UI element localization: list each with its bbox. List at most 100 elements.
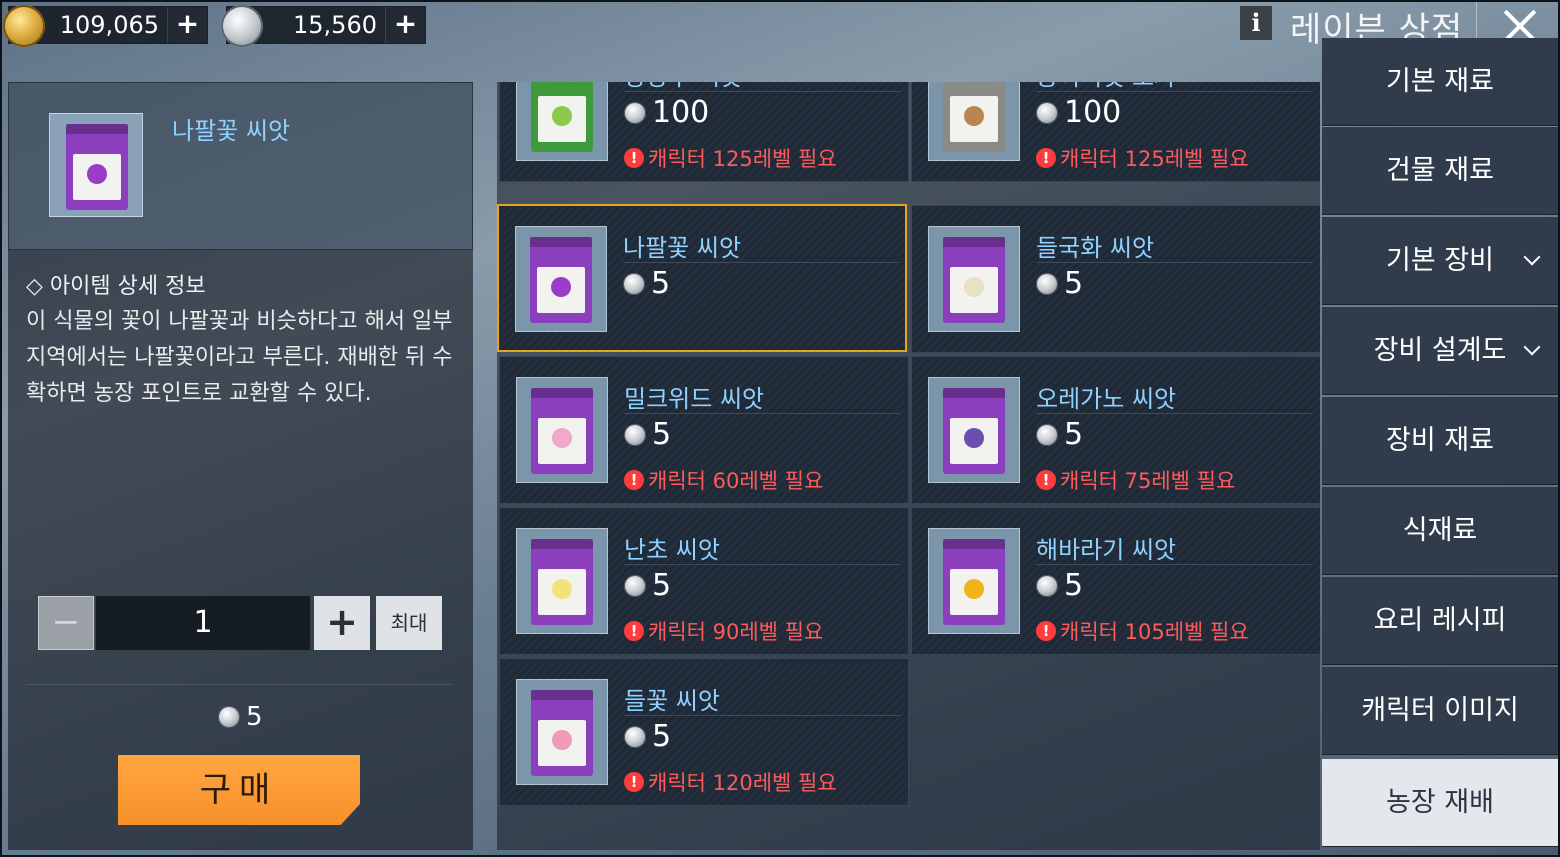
item-card[interactable]: 들꽃 씨앗 5 ! 캐릭터 120레벨 필요: [499, 658, 909, 806]
item-card[interactable]: 송이버섯 포자 100 !캐릭터 125레벨 필요: [911, 82, 1320, 182]
category-cooking-recipe[interactable]: 요리 레시피: [1322, 577, 1558, 665]
category-ingredients[interactable]: 식재료: [1322, 487, 1558, 575]
item-description: 이 식물의 꽃이 나팔꽃과 비슷하다고 해서 일부 지역에서는 나팔꽃이라고 부…: [26, 309, 453, 406]
info-button[interactable]: i: [1240, 6, 1272, 40]
item-card-selected[interactable]: 나팔꽃 씨앗 5: [497, 204, 907, 352]
item-card[interactable]: 난초 씨앗 5 ! 캐릭터 90레벨 필요: [499, 507, 909, 655]
category-equipment-material[interactable]: 장비 재료: [1322, 397, 1558, 485]
category-basic-material[interactable]: 기본 재료: [1322, 38, 1558, 126]
item-image: [516, 528, 608, 634]
seed-bag-icon: [531, 388, 593, 474]
item-image: [516, 377, 608, 483]
item-card[interactable]: 오레가노 씨앗 5 ! 캐릭터 75레벨 필요: [911, 356, 1320, 504]
item-requirement: ! 캐릭터 75레벨 필요: [1036, 465, 1235, 495]
silver-coin-icon: [1036, 272, 1058, 295]
quantity-decrease-button[interactable]: −: [38, 596, 94, 650]
divider: [26, 684, 452, 685]
category-basic-equipment[interactable]: 기본 장비: [1322, 217, 1558, 305]
seed-bag-icon: [530, 237, 592, 323]
category-equipment-blueprint[interactable]: 장비 설계도: [1322, 307, 1558, 395]
item-price: 5: [1036, 266, 1083, 301]
silver-currency: 15,560 +: [221, 5, 426, 47]
silver-coin-icon: [1036, 101, 1058, 124]
item-name: 들국화 씨앗: [1036, 234, 1155, 262]
seed-bag-icon: [531, 539, 593, 625]
alert-icon: !: [624, 621, 644, 641]
item-name: 오레가노 씨앗: [1036, 385, 1177, 413]
gold-coin-icon: [3, 5, 45, 47]
category-building-material[interactable]: 건물 재료: [1322, 127, 1558, 215]
item-price: 5: [624, 719, 671, 754]
alert-icon: !: [624, 470, 644, 490]
silver-coin-icon: [1036, 423, 1058, 446]
alert-icon: !: [1036, 148, 1056, 168]
total-price: 5: [218, 702, 263, 732]
item-image: [928, 528, 1020, 634]
item-card[interactable]: 들국화 씨앗 5: [911, 205, 1320, 353]
item-requirement: ! 캐릭터 60레벨 필요: [624, 465, 823, 495]
silver-coin-icon: [221, 5, 263, 47]
add-silver-button[interactable]: +: [385, 7, 425, 43]
item-detail-panel: 나팔꽃 씨앗 ◇ 아이템 상세 정보 이 식물의 꽃이 나팔꽃과 비슷하다고 해…: [8, 82, 473, 850]
silver-coin-icon: [624, 423, 646, 446]
item-grid: 양상추 씨앗 100 !캐릭터 125레벨 필요 송이버섯 포자 100 !캐릭…: [497, 82, 1320, 850]
selected-item-name: 나팔꽃 씨앗: [172, 117, 291, 145]
item-detail-body: ◇ 아이템 상세 정보 이 식물의 꽃이 나팔꽃과 비슷하다고 해서 일부 지역…: [8, 250, 473, 850]
quantity-max-button[interactable]: 최대: [376, 596, 442, 650]
item-card[interactable]: 해바라기 씨앗 5 ! 캐릭터 105레벨 필요: [911, 507, 1320, 655]
alert-icon: !: [624, 148, 644, 168]
item-card[interactable]: 양상추 씨앗 100 !캐릭터 125레벨 필요: [499, 82, 909, 182]
seed-bag-icon: [943, 388, 1005, 474]
item-price: 100: [624, 95, 709, 130]
item-name: 난초 씨앗: [624, 536, 720, 564]
alert-icon: !: [624, 772, 644, 792]
silver-coin-icon: [624, 101, 646, 124]
item-image: [515, 226, 607, 332]
category-menu: 기본 재료 건물 재료 기본 장비 장비 설계도 장비 재료 식재료 요리 레시…: [1322, 38, 1558, 850]
seed-bag-icon: [531, 82, 593, 152]
item-image: [928, 226, 1020, 332]
item-name: 밀크위드 씨앗: [624, 385, 765, 413]
silver-coin-icon: [624, 725, 646, 748]
detail-section-title: ◇ 아이템 상세 정보: [26, 274, 206, 299]
gold-amount: 109,065: [59, 11, 159, 39]
item-price: 5: [624, 568, 671, 603]
silver-amount: 15,560: [293, 11, 377, 39]
seed-bag-icon: [943, 237, 1005, 323]
category-farm-cultivation[interactable]: 농장 재배: [1322, 759, 1558, 847]
item-detail-header: 나팔꽃 씨앗: [8, 82, 473, 250]
item-requirement: ! 캐릭터 120레벨 필요: [624, 767, 837, 797]
item-card[interactable]: 밀크위드 씨앗 5 ! 캐릭터 60레벨 필요: [499, 356, 909, 504]
item-image: [516, 82, 608, 161]
category-character-image[interactable]: 캐릭터 이미지: [1322, 667, 1558, 755]
item-name: 해바라기 씨앗: [1036, 536, 1177, 564]
selected-item-image: [49, 113, 143, 217]
seed-bag-icon: [531, 690, 593, 776]
item-price: 5: [1036, 417, 1083, 452]
silver-coin-icon: [624, 574, 646, 597]
item-name: 들꽃 씨앗: [624, 687, 720, 715]
item-requirement: ! 캐릭터 105레벨 필요: [1036, 616, 1249, 646]
silver-coin-icon: [1036, 574, 1058, 597]
add-gold-button[interactable]: +: [167, 7, 207, 43]
item-price: 5: [624, 417, 671, 452]
item-requirement: ! 캐릭터 125레벨 필요: [1036, 143, 1249, 173]
alert-icon: !: [1036, 621, 1056, 641]
quantity-increase-button[interactable]: +: [314, 596, 370, 650]
item-image: [928, 377, 1020, 483]
seed-bag-icon: [943, 82, 1005, 152]
item-requirement: ! 캐릭터 90레벨 필요: [624, 616, 823, 646]
total-price-value: 5: [246, 702, 263, 732]
item-price: 5: [623, 266, 670, 301]
item-price: 5: [1036, 568, 1083, 603]
seed-bag-icon: [66, 124, 128, 210]
item-image: [516, 679, 608, 785]
silver-coin-icon: [623, 272, 645, 295]
silver-coin-icon: [218, 706, 240, 728]
quantity-input[interactable]: 1: [96, 596, 310, 650]
item-price: 100: [1036, 95, 1121, 130]
item-image: [928, 82, 1020, 161]
alert-icon: !: [1036, 470, 1056, 490]
item-requirement: ! 캐릭터 125레벨 필요: [624, 143, 837, 173]
buy-button[interactable]: 구매: [118, 755, 360, 825]
